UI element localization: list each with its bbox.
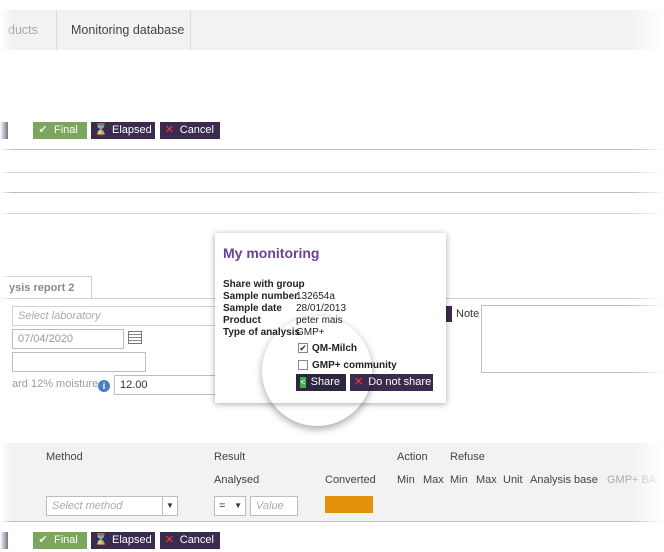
col-refuse: Refuse (450, 451, 485, 463)
gmp-community-checkbox[interactable] (298, 360, 308, 370)
cancel-button[interactable]: ✕ Cancel (160, 122, 220, 139)
final-button-bottom[interactable]: ✔ Final (33, 532, 87, 549)
final-button[interactable]: ✔ Final (33, 122, 87, 139)
share-icon: < (300, 377, 306, 388)
elapsed-button-bottom[interactable]: ⌛ Elapsed (91, 532, 155, 549)
chevron-down-icon: ▼ (162, 497, 177, 515)
final-button-label: Final (54, 534, 78, 546)
do-not-share-button[interactable]: ✕ Do not share (350, 374, 433, 391)
elapsed-button-label: Elapsed (112, 534, 152, 546)
nav-divider (56, 10, 57, 50)
divider (0, 172, 664, 173)
nav-divider (190, 10, 191, 50)
col-action-min: Min (397, 474, 415, 486)
col-refuse-max: Max (476, 474, 497, 486)
sample-number-value: 132654a (296, 291, 335, 302)
col-action-max: Max (423, 474, 444, 486)
divider (0, 192, 664, 193)
popup-title: My monitoring (223, 245, 320, 261)
moisture-input[interactable]: 12.00 (114, 375, 218, 395)
elapsed-button[interactable]: ⌛ Elapsed (91, 122, 155, 139)
sample-number-label: Sample number (223, 291, 299, 302)
qm-milch-checkbox[interactable]: ✔ (298, 343, 308, 353)
value-placeholder: Value (256, 500, 284, 512)
divider (0, 213, 664, 214)
converted-swatch (325, 496, 373, 513)
col-result: Result (214, 451, 246, 463)
type-of-analysis-label: Type of analysis (223, 327, 301, 338)
moisture-value: 12.00 (120, 379, 148, 391)
close-icon: ✕ (164, 124, 174, 136)
tab-monitoring-database[interactable]: Monitoring database (71, 10, 184, 50)
cancel-button-bottom[interactable]: ✕ Cancel (160, 532, 220, 549)
toolbar-button-partial[interactable] (0, 122, 8, 139)
laboratory-select[interactable]: Select laboratory (12, 306, 224, 326)
blank-field[interactable] (12, 352, 146, 372)
col-refuse-min: Min (450, 474, 468, 486)
operator-value: = (219, 500, 226, 512)
laboratory-placeholder: Select laboratory (18, 310, 101, 322)
share-button-label: Share (310, 376, 340, 388)
info-icon[interactable]: i (98, 380, 110, 392)
elapsed-button-label: Elapsed (112, 124, 152, 136)
col-method: Method (46, 451, 83, 463)
col-analysis-base: Analysis base (530, 474, 598, 486)
gmp-community-label: GMP+ community (312, 360, 397, 371)
product-label: Product (223, 315, 261, 326)
method-select[interactable]: Select method ▼ (46, 496, 178, 516)
col-analysed: Analysed (214, 474, 260, 486)
col-action: Action (397, 451, 428, 463)
share-with-group-label: Share with group (223, 279, 305, 290)
sample-date-label: Sample date (223, 303, 282, 314)
check-icon: ✔ (38, 534, 48, 546)
tab-products[interactable]: ducts (8, 10, 38, 50)
toolbar-button-partial[interactable] (0, 532, 8, 549)
close-icon: ✕ (354, 376, 364, 388)
note-label: Note (456, 308, 480, 320)
operator-select[interactable]: = ▼ (214, 496, 246, 516)
tab-analysis-report-2[interactable]: ysis report 2 (0, 276, 92, 298)
final-button-label: Final (54, 124, 78, 136)
clock-icon: ⌛ (94, 124, 108, 136)
method-placeholder: Select method (52, 500, 123, 512)
close-icon: ✕ (164, 534, 174, 546)
calendar-icon[interactable] (128, 331, 142, 344)
divider (0, 149, 664, 150)
product-value: peter mais (296, 315, 343, 326)
chevron-down-icon: ▼ (234, 501, 242, 510)
col-gmp-ba: GMP+ BA (607, 474, 657, 486)
sample-date-value: 28/01/2013 (296, 303, 347, 314)
value-input[interactable]: Value (250, 496, 298, 516)
cancel-button-label: Cancel (179, 124, 214, 136)
date-value: 07/04/2020 (18, 333, 74, 345)
col-unit: Unit (503, 474, 523, 486)
do-not-share-button-label: Do not share (368, 376, 432, 388)
divider (0, 521, 664, 522)
type-of-analysis-value: GMP+ (296, 327, 325, 338)
my-monitoring-popup: My monitoring Share with group Sample nu… (215, 233, 446, 403)
cancel-button-label: Cancel (179, 534, 214, 546)
date-field[interactable]: 07/04/2020 (12, 329, 124, 349)
note-textarea[interactable] (481, 305, 664, 373)
check-icon: ✔ (38, 124, 48, 136)
moisture-label: ard 12% moisture (12, 378, 99, 390)
top-nav: ducts Monitoring database (0, 10, 664, 50)
qm-milch-label: QM-Milch (312, 343, 357, 354)
col-converted: Converted (325, 474, 376, 486)
clock-icon: ⌛ (94, 534, 108, 546)
share-button[interactable]: < Share (296, 374, 346, 391)
